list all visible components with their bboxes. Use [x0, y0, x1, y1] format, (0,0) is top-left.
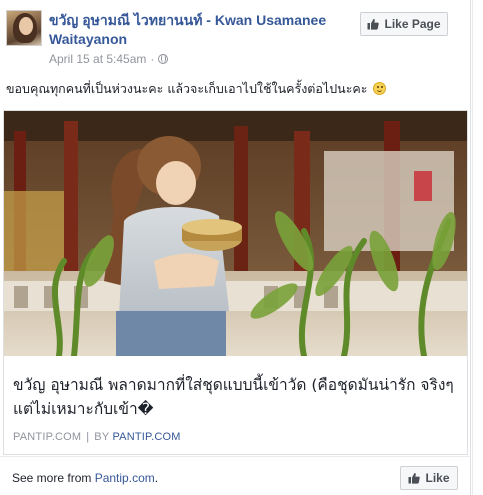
source-separator: | — [86, 431, 90, 443]
thumbs-up-icon — [367, 19, 380, 30]
link-preview-image[interactable] — [4, 111, 467, 356]
see-more-text: See more from Pantip.com. — [12, 471, 158, 485]
see-more-suffix: . — [154, 471, 159, 485]
like-label: Like — [425, 471, 450, 485]
post-text: ขอบคุณทุกคนที่เป็นห่วงนะคะ แล้วจะเก็บเอา… — [6, 80, 466, 98]
post-timestamp[interactable]: April 15 at 5:45am — [49, 52, 146, 66]
post-meta: April 15 at 5:45am · — [49, 52, 169, 66]
page-right-edge — [472, 0, 483, 495]
page-avatar[interactable] — [6, 10, 42, 46]
smiling-face-emoji-icon — [373, 82, 387, 95]
globe-icon — [158, 54, 169, 64]
by-domain-link[interactable]: PANTIP.COM — [112, 431, 180, 443]
like-page-label: Like Page — [384, 17, 441, 31]
page-name-link[interactable]: ขวัญ อุษามณี ไวทยานนท์ - Kwan Usamanee W… — [49, 11, 349, 49]
thumbs-up-icon — [408, 473, 421, 484]
like-page-button[interactable]: Like Page — [360, 12, 448, 36]
see-more-link[interactable]: Pantip.com — [95, 471, 155, 485]
see-more-prefix: See more from — [12, 471, 92, 485]
link-preview-card[interactable]: ขวัญ อุษามณี พลาดมากที่ใส่ชุดแบบนี้เข้าว… — [3, 110, 468, 455]
post-message: ขอบคุณทุกคนที่เป็นห่วงนะคะ แล้วจะเก็บเอา… — [6, 81, 368, 96]
meta-separator: · — [150, 52, 155, 66]
link-domain: PANTIP.COM — [13, 431, 82, 443]
by-label: BY — [94, 431, 110, 443]
like-button[interactable]: Like — [400, 466, 458, 490]
post-footer: See more from Pantip.com. Like — [0, 456, 471, 495]
post-header: ขวัญ อุษามณี ไวทยานนท์ - Kwan Usamanee W… — [0, 0, 471, 72]
facebook-embedded-post: ขวัญ อุษามณี ไวทยานนท์ - Kwan Usamanee W… — [0, 0, 471, 495]
link-preview-source: PANTIP.COM | BY PANTIP.COM — [13, 431, 181, 443]
link-preview-title[interactable]: ขวัญ อุษามณี พลาดมากที่ใส่ชุดแบบนี้เข้าว… — [13, 373, 461, 421]
